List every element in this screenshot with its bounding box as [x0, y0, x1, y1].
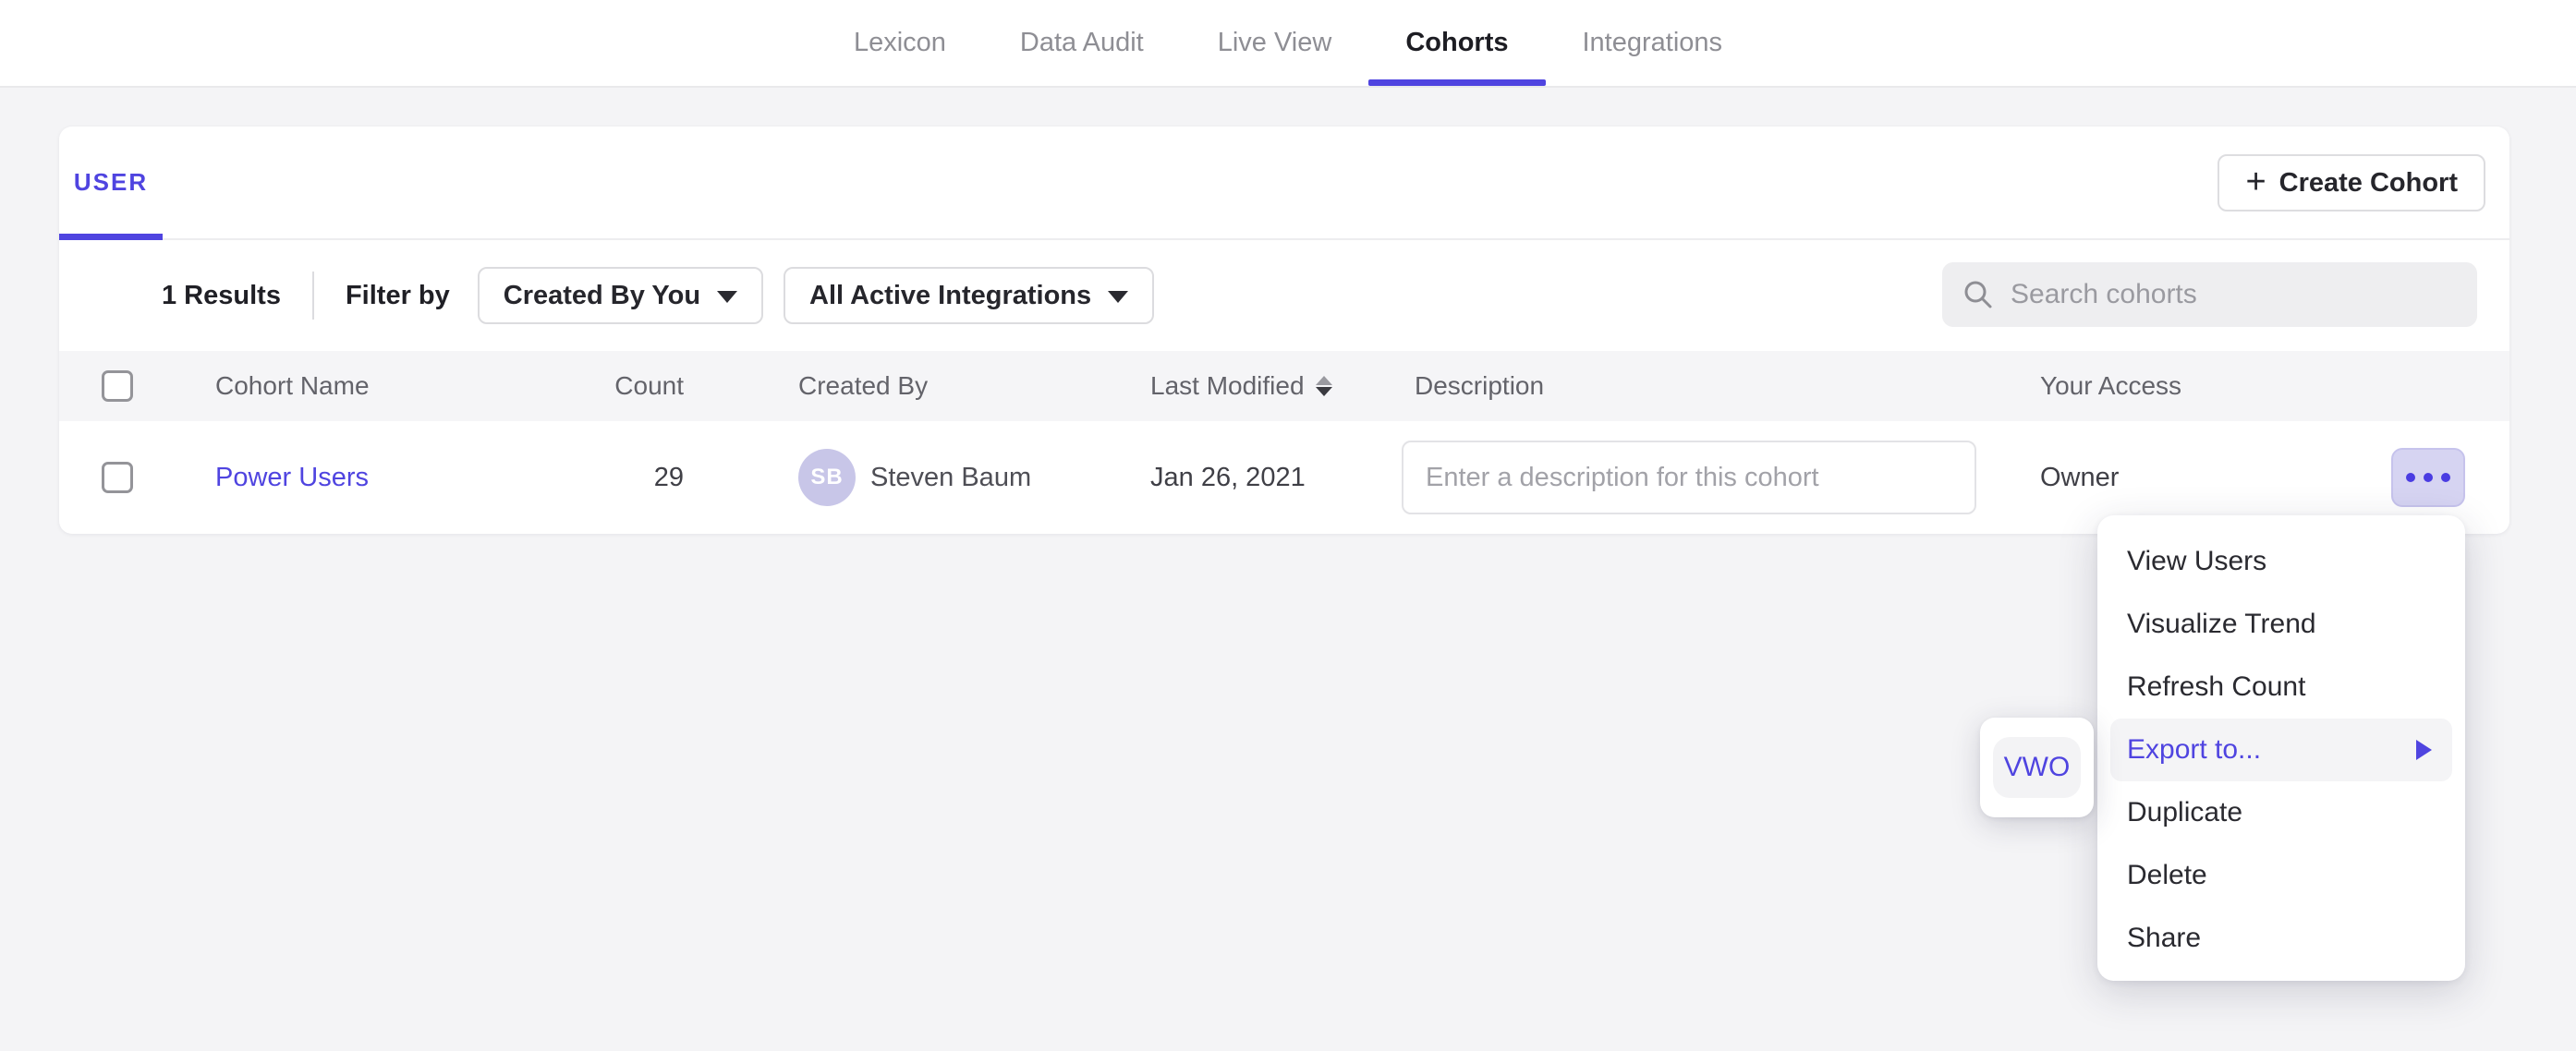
- tab-integrations[interactable]: Integrations: [1583, 0, 1723, 86]
- row-context-menu: View Users Visualize Trend Refresh Count…: [2097, 515, 2465, 981]
- header-created-by: Created By: [798, 351, 928, 421]
- submenu-arrow-icon: [2416, 740, 2432, 760]
- menu-item-duplicate[interactable]: Duplicate: [2097, 781, 2465, 844]
- sort-down-chevron: [1316, 387, 1332, 396]
- active-tab-underline: [1368, 79, 1545, 86]
- more-options-icon: [2441, 473, 2450, 482]
- filter-by-label: Filter by: [346, 281, 450, 311]
- cohort-type-tabbar: USER + Create Cohort: [59, 127, 2509, 240]
- table-header-row: Cohort Name Count Created By Last Modifi…: [59, 351, 2509, 421]
- created-by-filter-dropdown[interactable]: Created By You: [478, 267, 763, 324]
- tab-cohorts[interactable]: Cohorts: [1405, 0, 1508, 86]
- tab-lexicon[interactable]: Lexicon: [854, 0, 946, 86]
- cohort-count-cell: 29: [577, 421, 684, 534]
- menu-item-refresh-count[interactable]: Refresh Count: [2097, 656, 2465, 719]
- plus-icon: +: [2245, 164, 2266, 199]
- creator-cell: SB: [798, 421, 856, 534]
- cohort-name-cell: Power Users: [215, 421, 369, 534]
- menu-item-export-to[interactable]: Export to...: [2110, 719, 2452, 781]
- header-count: Count: [577, 351, 684, 421]
- menu-item-view-users[interactable]: View Users: [2097, 530, 2465, 593]
- header-last-modified[interactable]: Last Modified: [1150, 351, 1332, 421]
- tab-live-view[interactable]: Live View: [1218, 0, 1332, 86]
- select-all-checkbox[interactable]: [102, 370, 133, 402]
- menu-item-export-to-label: Export to...: [2127, 734, 2261, 766]
- description-cell: [1402, 441, 1976, 514]
- sort-up-chevron: [1316, 376, 1332, 385]
- integrations-filter-dropdown[interactable]: All Active Integrations: [784, 267, 1154, 324]
- integrations-filter-value: All Active Integrations: [809, 281, 1091, 311]
- submenu-item-vwo[interactable]: VWO: [1993, 737, 2081, 798]
- cohorts-card: USER + Create Cohort 1 Results Filter by…: [59, 127, 2509, 534]
- vertical-divider: [312, 272, 314, 320]
- description-input[interactable]: [1402, 441, 1976, 514]
- filter-row: 1 Results Filter by Created By You All A…: [59, 240, 2509, 351]
- cohort-name-link[interactable]: Power Users: [215, 463, 369, 493]
- row-more-options-button[interactable]: [2391, 448, 2465, 507]
- search-cohorts-box[interactable]: [1942, 262, 2477, 327]
- tab-user-cohorts[interactable]: USER: [59, 127, 163, 238]
- last-modified-cell: Jan 26, 2021: [1150, 421, 1306, 534]
- more-options-icon: [2406, 473, 2415, 482]
- header-description: Description: [1415, 351, 1544, 421]
- header-cohort-name: Cohort Name: [215, 351, 370, 421]
- tab-cohorts-label: Cohorts: [1405, 28, 1508, 58]
- avatar: SB: [798, 449, 856, 506]
- creator-name: Steven Baum: [870, 421, 1031, 534]
- search-cohorts-input[interactable]: [2011, 279, 2457, 310]
- more-options-icon: [2424, 473, 2433, 482]
- menu-item-visualize-trend[interactable]: Visualize Trend: [2097, 593, 2465, 656]
- row-checkbox-cell: [102, 421, 133, 534]
- menu-item-share[interactable]: Share: [2097, 907, 2465, 970]
- header-your-access: Your Access: [2040, 351, 2181, 421]
- created-by-filter-value: Created By You: [504, 281, 700, 311]
- row-checkbox[interactable]: [102, 462, 133, 493]
- export-submenu: VWO: [1980, 718, 2094, 817]
- select-all-checkbox-cell: [102, 351, 133, 421]
- tab-user-label: USER: [74, 168, 148, 197]
- results-count: 1 Results: [162, 281, 281, 311]
- create-cohort-button[interactable]: + Create Cohort: [2218, 154, 2485, 211]
- sort-icon[interactable]: [1316, 376, 1332, 396]
- header-last-modified-label: Last Modified: [1150, 371, 1305, 401]
- top-navigation-bar: Lexicon Data Audit Live View Cohorts Int…: [0, 0, 2576, 88]
- menu-item-delete[interactable]: Delete: [2097, 844, 2465, 907]
- nav-tabs: Lexicon Data Audit Live View Cohorts Int…: [0, 0, 2576, 86]
- search-icon: [1962, 279, 1994, 310]
- tab-data-audit[interactable]: Data Audit: [1020, 0, 1144, 86]
- create-cohort-label: Create Cohort: [2279, 168, 2458, 199]
- user-tab-underline: [59, 234, 163, 240]
- chevron-down-icon: [1108, 291, 1128, 303]
- chevron-down-icon: [717, 291, 737, 303]
